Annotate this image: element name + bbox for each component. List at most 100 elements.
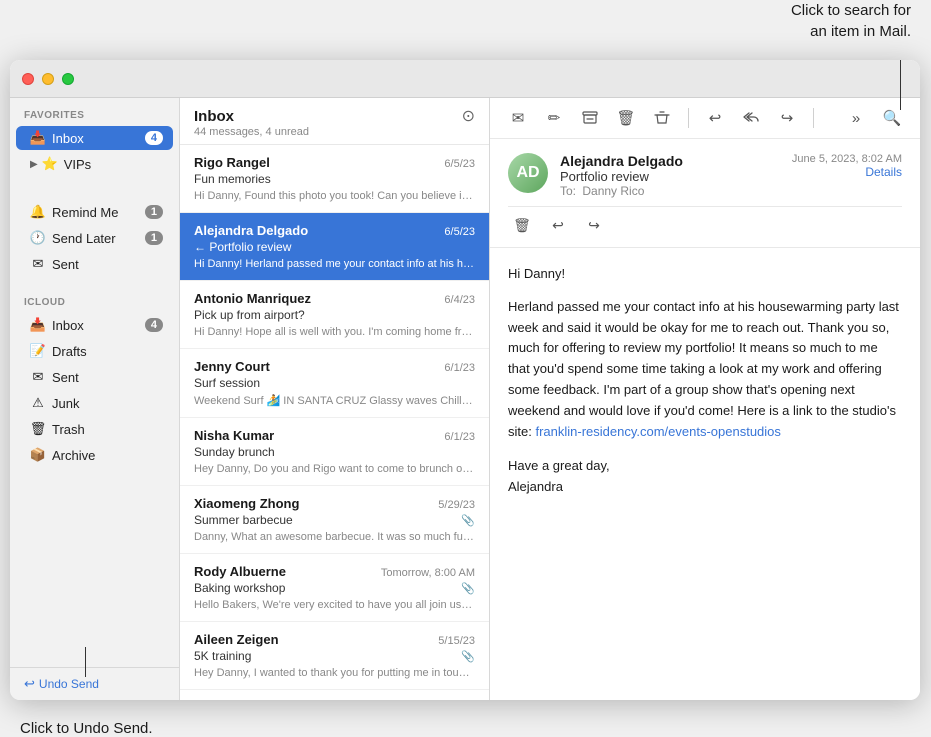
detail-trash-button[interactable]: 🗑 xyxy=(508,213,536,237)
message-subject: Pick up from airport? xyxy=(194,308,305,322)
sidebar-item-remind-me[interactable]: 🔔 Remind Me 1 xyxy=(16,200,173,224)
detail-reply-button[interactable]: ↩ xyxy=(544,213,572,237)
reply-all-button[interactable] xyxy=(737,104,765,132)
message-date: 6/1/23 xyxy=(444,431,475,443)
message-item[interactable]: Trev Smith 5/11/23 Illustration referenc… xyxy=(180,690,489,700)
message-sender: Aileen Zeigen xyxy=(194,632,279,647)
detail-header: AD Alejandra Delgado Portfolio review To… xyxy=(490,139,920,248)
sidebar-item-icloud-junk[interactable]: ⚠ Junk xyxy=(16,391,173,415)
message-subject: ← Portfolio review xyxy=(194,240,291,254)
message-sender: Antonio Manriquez xyxy=(194,291,311,306)
detail-subject: Portfolio review xyxy=(560,169,780,184)
sidebar-item-send-later[interactable]: 🕐 Send Later 1 xyxy=(16,226,173,250)
message-date: 5/15/23 xyxy=(438,635,475,647)
message-subject-row: Baking workshop 📎 xyxy=(194,581,475,597)
attachment-icon: 📎 xyxy=(461,582,475,595)
filter-button[interactable]: ⊙ xyxy=(462,106,475,126)
archive-button[interactable] xyxy=(576,104,604,132)
maximize-button[interactable] xyxy=(62,73,74,85)
message-item[interactable]: Jenny Court 6/1/23 Surf session Weekend … xyxy=(180,349,489,418)
message-icons: 📎 xyxy=(461,514,475,527)
junk-icon: ⚠ xyxy=(30,395,46,411)
message-date: 6/5/23 xyxy=(444,158,475,170)
body-closing: Have a great day, Alejandra xyxy=(508,456,902,498)
message-row: Alejandra Delgado 6/5/23 xyxy=(194,223,475,238)
sidebar-item-sent[interactable]: ✉ Sent xyxy=(16,252,173,276)
avatar: AD xyxy=(508,153,548,193)
message-item[interactable]: Aileen Zeigen 5/15/23 5K training 📎 Hey … xyxy=(180,622,489,690)
message-list-header: Inbox 44 messages, 4 unread ⊙ xyxy=(180,98,489,145)
detail-to: To: Danny Rico xyxy=(560,184,780,198)
sidebar-item-icloud-drafts[interactable]: 📝 Drafts xyxy=(16,339,173,363)
message-detail: ✉ ✏ 🗑 ↩ xyxy=(490,98,920,700)
archive-icon xyxy=(582,110,598,126)
search-button[interactable]: 🔍 xyxy=(878,104,906,132)
drafts-icon: 📝 xyxy=(30,343,46,359)
message-row: Jenny Court 6/1/23 xyxy=(194,359,475,374)
message-subject-row: 5K training 📎 xyxy=(194,649,475,665)
message-icons: 📎 xyxy=(461,582,475,595)
message-date: Tomorrow, 8:00 AM xyxy=(381,567,475,579)
details-link[interactable]: Details xyxy=(792,165,902,179)
body-link[interactable]: franklin-residency.com/events-openstudio… xyxy=(535,424,780,439)
junk-detail-button[interactable] xyxy=(648,104,676,132)
message-item[interactable]: Xiaomeng Zhong 5/29/23 Summer barbecue 📎… xyxy=(180,486,489,554)
sidebar-item-icloud-archive[interactable]: 📦 Archive xyxy=(16,443,173,467)
messages-container: Rigo Rangel 6/5/23 Fun memories Hi Danny… xyxy=(180,145,489,700)
vip-icon: ⭐ xyxy=(42,156,58,172)
message-item[interactable]: Alejandra Delgado 6/5/23 ← Portfolio rev… xyxy=(180,213,489,281)
close-button[interactable] xyxy=(22,73,34,85)
message-row: Rigo Rangel 6/5/23 xyxy=(194,155,475,170)
detail-date-area: June 5, 2023, 8:02 AM Details xyxy=(792,153,902,179)
detail-toolbar: ✉ ✏ 🗑 ↩ xyxy=(490,98,920,139)
toolbar-separator-2 xyxy=(813,108,814,128)
message-item[interactable]: Rody Albuerne Tomorrow, 8:00 AM Baking w… xyxy=(180,554,489,622)
message-subject: Surf session xyxy=(194,376,260,390)
compose-button[interactable]: ✏ xyxy=(540,104,568,132)
message-list: Inbox 44 messages, 4 unread ⊙ Rigo Range… xyxy=(180,98,490,700)
send-later-icon: 🕐 xyxy=(30,230,46,246)
icloud-sent-icon: ✉ xyxy=(30,369,46,385)
new-message-button[interactable]: ✉ xyxy=(504,104,532,132)
minimize-button[interactable] xyxy=(42,73,54,85)
detail-actions: 🗑 ↩ ↪ xyxy=(508,206,902,237)
sidebar-item-icloud-trash[interactable]: 🗑 Trash xyxy=(16,417,173,441)
sidebar-item-icloud-sent[interactable]: ✉ Sent xyxy=(16,365,173,389)
attachment-icon: 📎 xyxy=(461,514,475,527)
message-date: 6/5/23 xyxy=(444,226,475,238)
trash-detail-button[interactable]: 🗑 xyxy=(612,104,640,132)
toolbar-separator-1 xyxy=(688,108,689,128)
message-list-title: Inbox xyxy=(194,108,475,125)
message-subject: Summer barbecue xyxy=(194,513,293,527)
sender-name: Alejandra Delgado xyxy=(560,153,780,169)
more-button[interactable]: » xyxy=(842,104,870,132)
message-item[interactable]: Rigo Rangel 6/5/23 Fun memories Hi Danny… xyxy=(180,145,489,213)
sidebar-item-vips[interactable]: ▶ ⭐ VIPs xyxy=(16,152,173,176)
message-subject: Fun memories xyxy=(194,172,271,186)
annotation-top-right: Click to search for an item in Mail. xyxy=(791,0,911,42)
attachment-icon: 📎 xyxy=(461,650,475,663)
inbox-icon: 📥 xyxy=(30,130,46,146)
message-subject-row: ← Portfolio review xyxy=(194,240,475,256)
message-sender: Alejandra Delgado xyxy=(194,223,308,238)
message-sender: Nisha Kumar xyxy=(194,428,274,443)
sidebar-item-icloud-inbox[interactable]: 📥 Inbox 4 xyxy=(16,313,173,337)
annotation-bottom-left: Click to Undo Send. xyxy=(20,720,153,737)
sidebar-item-inbox[interactable]: 📥 Inbox 4 xyxy=(16,126,173,150)
detail-date: June 5, 2023, 8:02 AM xyxy=(792,153,902,165)
traffic-lights xyxy=(22,73,74,85)
message-item[interactable]: Antonio Manriquez 6/4/23 Pick up from ai… xyxy=(180,281,489,349)
reply-button[interactable]: ↩ xyxy=(701,104,729,132)
message-item[interactable]: Nisha Kumar 6/1/23 Sunday brunch Hey Dan… xyxy=(180,418,489,486)
archive-icon: 📦 xyxy=(30,447,46,463)
undo-send-button[interactable]: ↩ Undo Send xyxy=(24,676,165,692)
undo-send-icon: ↩ xyxy=(24,676,35,692)
sidebar-bottom: ↩ Undo Send xyxy=(10,667,179,700)
annotation-line-vertical xyxy=(900,60,901,110)
detail-forward-button[interactable]: ↪ xyxy=(580,213,608,237)
forward-button[interactable]: ↪ xyxy=(773,104,801,132)
message-row: Nisha Kumar 6/1/23 xyxy=(194,428,475,443)
favorites-label: Favorites xyxy=(10,98,179,125)
reply-indicator: ← xyxy=(194,240,209,254)
message-row: Xiaomeng Zhong 5/29/23 xyxy=(194,496,475,511)
